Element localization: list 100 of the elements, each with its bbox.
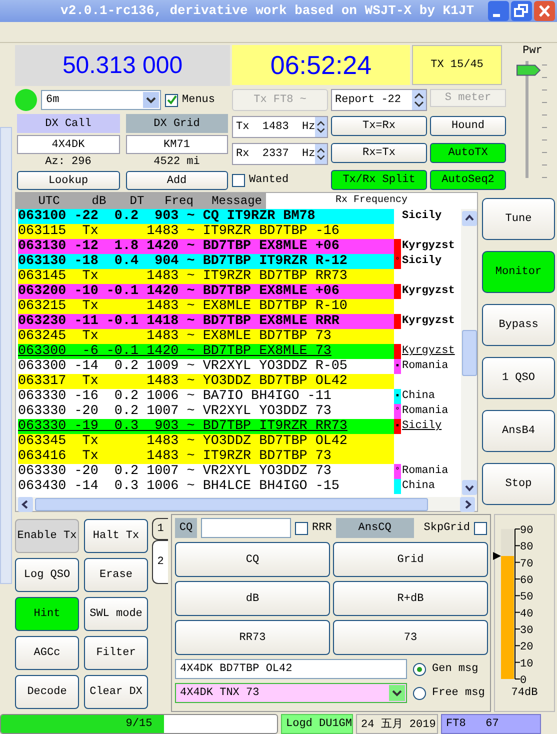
report-spinbox[interactable]: Report -22 <box>331 89 427 112</box>
spin-arrows-icon[interactable] <box>412 90 426 110</box>
checkbox[interactable] <box>165 94 178 107</box>
decode-row[interactable]: 063245 Tx 1483 ~ EX8MLE BD7TBP 73 <box>18 329 394 344</box>
generated-message-field[interactable]: 4X4DK BD7TBP OL42 <box>175 659 407 680</box>
scroll-down-icon[interactable] <box>462 480 476 496</box>
horizontal-scrollbar[interactable] <box>16 497 477 512</box>
side-button[interactable]: Stop <box>482 463 555 506</box>
action-button[interactable]: Log QSO <box>15 558 79 592</box>
decode-row[interactable]: 063330 -19 0.3 903 ~ BD7TBP IT9RZR RR73 <box>18 419 394 434</box>
action-button[interactable]: Decode <box>15 675 79 710</box>
status-marker: ° <box>394 404 401 420</box>
action-button[interactable]: Halt Tx <box>84 519 148 554</box>
side-button[interactable]: AnsB4 <box>482 410 555 452</box>
dx-call-label: DX Call <box>17 114 120 134</box>
action-button[interactable]: SWL mode <box>84 597 148 632</box>
status-marker: ▪ <box>394 419 401 434</box>
add-button[interactable]: Add <box>126 171 228 190</box>
tab[interactable]: 1 <box>152 518 168 540</box>
toggle-button[interactable]: Tx/Rx Split <box>331 170 427 190</box>
message-button[interactable]: R+dB <box>333 581 488 616</box>
message-button[interactable]: CQ <box>175 542 330 578</box>
dx-grid-field[interactable]: KM71 <box>126 135 228 154</box>
mode-status: FT8 67 <box>441 714 541 734</box>
progress-text: 9/15 <box>126 718 152 730</box>
side-button[interactable]: 1 QSO <box>482 357 555 400</box>
free-message-dropdown[interactable]: 4X4DK TNX 73 <box>175 683 407 704</box>
checkbox-label: RRR <box>312 522 332 534</box>
checkbox[interactable] <box>295 522 308 535</box>
message-button[interactable]: dB <box>175 581 330 616</box>
column-header: UTC <box>37 194 61 208</box>
tx-period-button[interactable]: TX 15/45 <box>412 45 502 86</box>
scroll-right-icon[interactable] <box>460 496 475 512</box>
country-text: Sicily <box>401 254 443 270</box>
spin-arrows-icon[interactable] <box>315 144 327 164</box>
slider-thumb[interactable] <box>516 65 540 76</box>
scroll-thumb[interactable] <box>35 498 428 511</box>
decode-row[interactable]: 063416 Tx 1483 ~ IT9RZR BD7TBP 73 <box>18 449 394 464</box>
decode-row[interactable]: 063345 Tx 1483 ~ YO3DDZ BD7TBP OL42 <box>18 434 394 450</box>
radio-label: Free msg <box>432 687 485 700</box>
toggle-button[interactable]: Hound <box>430 116 506 136</box>
decode-row[interactable]: 063115 Tx 1483 ~ IT9RZR BD7TBP -16 <box>18 224 394 240</box>
status-marker: ° <box>394 254 401 270</box>
country-text: Kyrgyzst <box>401 344 456 360</box>
minimize-icon[interactable] <box>488 0 509 21</box>
checkbox[interactable] <box>474 522 487 535</box>
rx-frequency-spinbox[interactable]: Rx 2337 Hz <box>232 143 328 166</box>
side-button[interactable]: Bypass <box>482 304 555 346</box>
scroll-thumb[interactable] <box>462 330 476 376</box>
checkbox[interactable] <box>232 174 245 187</box>
message-button[interactable]: Grid <box>333 542 488 578</box>
side-button[interactable]: Monitor <box>482 251 555 294</box>
country-text: Romania <box>401 404 450 420</box>
decode-row[interactable]: 063130 -18 0.4 904 ~ BD7TBP IT9RZR R-12 <box>18 254 394 270</box>
decode-row[interactable]: 063215 Tx 1483 ~ EX8MLE BD7TBP R-10 <box>18 299 394 314</box>
decode-row[interactable]: 063100 -22 0.2 903 ~ CQ IT9RZR BM78 <box>18 209 394 224</box>
checkbox-label: SkpGrid <box>424 522 470 534</box>
scroll-up-icon[interactable] <box>462 211 476 226</box>
decode-row[interactable]: 063300 -6 -0.1 1420 ~ BD7TBP EX8MLE 73 <box>18 344 394 360</box>
country-text: Kyrgyzst <box>401 314 456 330</box>
action-button[interactable]: Enable Tx <box>15 519 79 554</box>
action-button[interactable]: Erase <box>84 558 148 592</box>
action-button[interactable]: Clear DX <box>84 675 148 710</box>
message-button[interactable]: RR73 <box>175 620 330 656</box>
dx-grid-label: DX Grid <box>126 114 228 134</box>
frequency-display: 50.313 000 <box>15 45 230 86</box>
side-button[interactable]: Tune <box>482 198 555 240</box>
band-dropdown[interactable]: 6m <box>41 90 161 110</box>
action-button[interactable]: AGCc <box>15 636 79 670</box>
lookup-button[interactable]: Lookup <box>17 171 120 190</box>
radio-button[interactable] <box>413 686 426 700</box>
decode-row[interactable]: 063230 -11 -0.1 1418 ~ BD7TBP EX8MLE RRR <box>18 314 394 330</box>
message-button[interactable]: 73 <box>333 620 488 656</box>
spin-arrows-icon[interactable] <box>315 117 327 138</box>
radio-label: Gen msg <box>432 663 478 676</box>
country-text: Kyrgyzst <box>401 284 456 300</box>
decode-row[interactable]: 063200 -10 -0.1 1420 ~ BD7TBP EX8MLE +06 <box>18 284 394 300</box>
action-button[interactable]: Filter <box>84 636 148 670</box>
action-button[interactable]: Hint <box>15 597 79 632</box>
tab[interactable]: 2 <box>152 540 168 584</box>
restore-icon[interactable] <box>511 0 532 21</box>
decode-row[interactable]: 063145 Tx 1483 ~ IT9RZR BD7TBP RR73 <box>18 269 394 284</box>
ans-cq-label: AnsCQ <box>336 518 414 538</box>
toggle-button[interactable]: AutoSeq2 <box>430 170 506 190</box>
scroll-left-icon[interactable] <box>18 496 33 512</box>
close-icon[interactable] <box>534 0 555 21</box>
country-text: Romania <box>401 464 450 480</box>
toggle-button[interactable]: Rx=Tx <box>331 143 427 164</box>
tx-frequency-spinbox[interactable]: Tx 1483 Hz <box>232 116 328 138</box>
window-title: v2.0.1-rc136, derivative work based on WSJT-X by K1JT <box>60 3 474 18</box>
vertical-scrollbar[interactable] <box>461 209 477 498</box>
toggle-button[interactable]: Tx=Rx <box>331 116 427 136</box>
toggle-button[interactable]: AutoTX <box>430 143 506 164</box>
column-header: DT <box>128 194 146 208</box>
decode-row[interactable]: 063317 Tx 1483 ~ YO3DDZ BD7TBP OL42 <box>18 374 394 390</box>
decode-row[interactable]: 063130 -12 1.8 1420 ~ BD7TBP EX8MLE +06 <box>18 239 394 254</box>
radio-button[interactable] <box>413 662 426 676</box>
date-status: 24 五月 2019 <box>356 714 438 734</box>
text-input[interactable] <box>201 518 291 538</box>
dx-call-field[interactable]: 4X4DK <box>17 135 120 154</box>
